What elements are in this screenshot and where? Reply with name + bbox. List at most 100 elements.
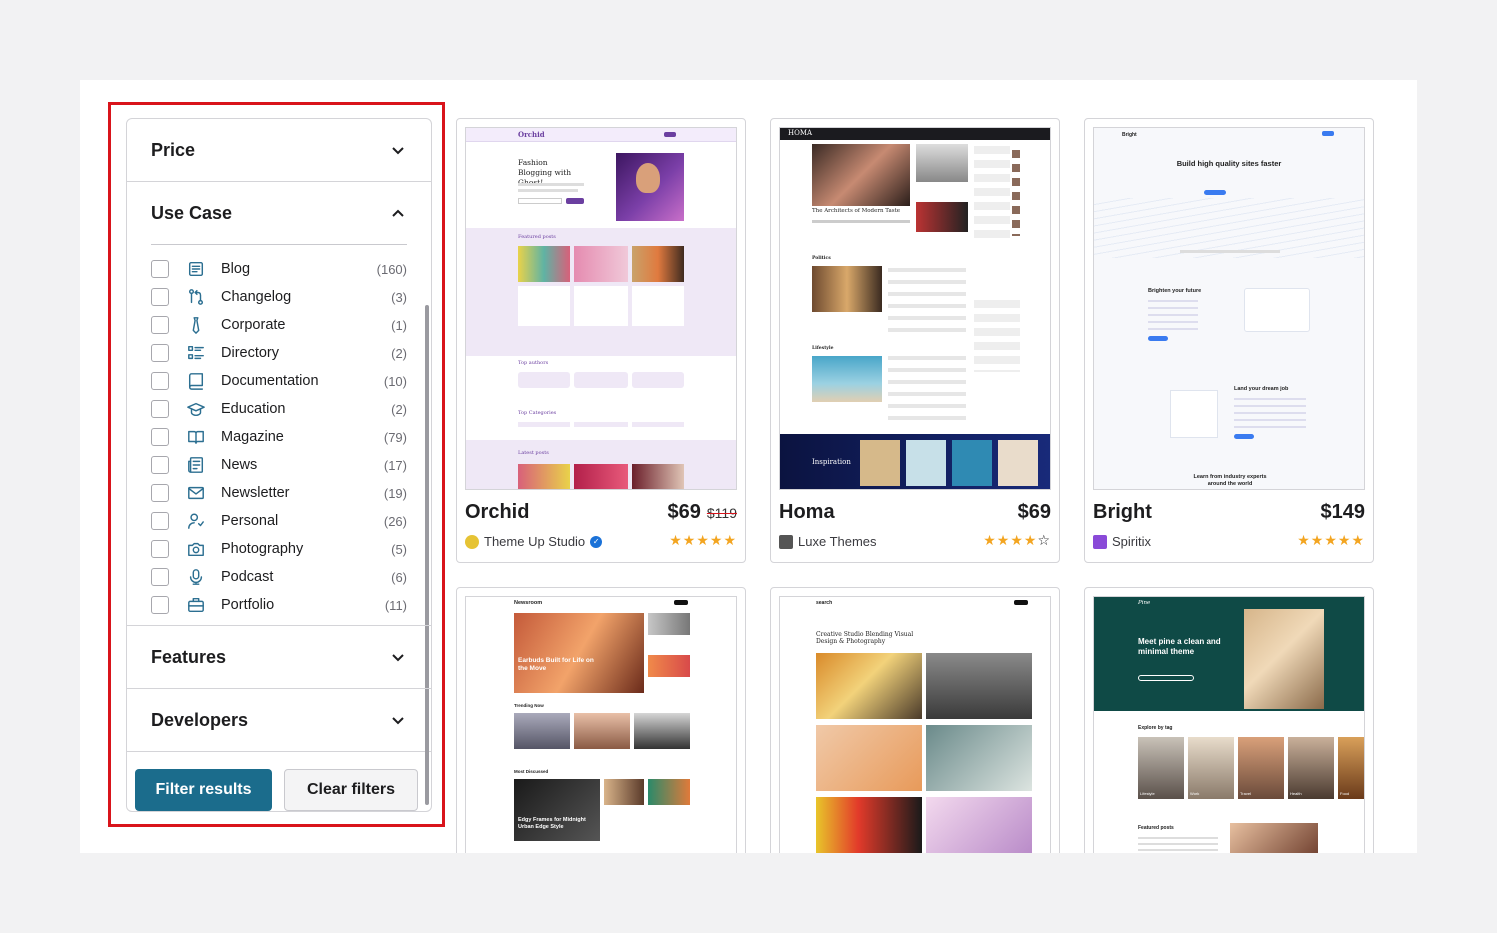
use-case-option-education[interactable]: Education (2): [151, 395, 407, 423]
use-case-option-photography[interactable]: Photography (5): [151, 535, 407, 563]
current-price: $69: [667, 501, 701, 523]
author-logo-icon: [1093, 534, 1107, 549]
chevron-down-icon: [389, 141, 407, 159]
option-label: Portfolio: [221, 597, 275, 613]
preview-section-2: Land your dream job: [1234, 386, 1289, 392]
theme-price: $69 $119: [668, 501, 737, 524]
theme-author[interactable]: Spiritix: [1093, 534, 1151, 549]
checkbox[interactable]: [151, 512, 169, 530]
theme-preview-image[interactable]: Newsroom Earbuds Built for Life on the M…: [465, 596, 737, 853]
checkbox[interactable]: [151, 288, 169, 306]
theme-name[interactable]: Bright: [1093, 501, 1152, 524]
changelog-icon: [186, 287, 206, 307]
preview-brand: Pine: [1138, 600, 1151, 606]
preview-inspiration: Inspiration: [812, 458, 851, 466]
preview-section-1: Brighten your future: [1148, 288, 1202, 294]
preview-latest: Latest posts: [518, 450, 549, 456]
theme-price: $69: [1017, 501, 1051, 523]
option-count: (26): [383, 513, 407, 529]
filter-results-button[interactable]: Filter results: [135, 768, 272, 811]
preview-headline: Build high quality sites faster: [1176, 159, 1282, 168]
preview-categories: Top Categories: [518, 410, 557, 416]
developers-title: Developers: [151, 709, 249, 730]
option-label: Corporate: [221, 317, 286, 333]
preview-brand: Bright: [1122, 132, 1137, 138]
theme-card-homa[interactable]: HOMA The Architects of Modern Taste Poli…: [770, 118, 1060, 563]
checkbox[interactable]: [151, 484, 169, 502]
theme-name[interactable]: Homa: [779, 501, 835, 524]
theme-preview-image[interactable]: Bright Build high quality sites faster B…: [1093, 127, 1365, 490]
preview-brand: search: [816, 600, 833, 606]
news-icon: [186, 455, 206, 475]
use-case-option-corporate[interactable]: Corporate (1): [151, 311, 407, 339]
option-count: (79): [383, 429, 407, 445]
theme-card-newsroom[interactable]: Newsroom Earbuds Built for Life on the M…: [456, 587, 746, 853]
preview-brand: Orchid: [518, 130, 545, 139]
theme-card-orchid[interactable]: Orchid Fashion Blogging with Ghost! Feat…: [456, 118, 746, 563]
option-label: Personal: [221, 513, 279, 529]
preview-trending: Trending Now: [514, 703, 544, 708]
preview-tag-3: Health: [1290, 791, 1302, 796]
features-toggle[interactable]: Features: [127, 626, 431, 688]
use-case-option-news[interactable]: News (17): [151, 451, 407, 479]
option-count: (1): [391, 317, 407, 333]
checkbox[interactable]: [151, 260, 169, 278]
use-case-toggle[interactable]: Use Case: [127, 182, 431, 244]
option-label: Magazine: [221, 429, 284, 445]
checkbox[interactable]: [151, 372, 169, 390]
option-count: (2): [391, 345, 407, 361]
author-name: Spiritix: [1112, 534, 1152, 549]
preview-featured: Featured posts: [1138, 825, 1174, 831]
features-title: Features: [151, 646, 227, 667]
option-count: (17): [383, 457, 407, 473]
theme-preview-image[interactable]: Orchid Fashion Blogging with Ghost! Feat…: [465, 127, 737, 490]
theme-preview-image[interactable]: Pine Meet pine a clean and minimal theme…: [1093, 596, 1365, 853]
developers-toggle[interactable]: Developers: [127, 689, 431, 751]
option-label: Education: [221, 401, 286, 417]
author-name: Theme Up Studio: [484, 534, 586, 549]
checkbox[interactable]: [151, 540, 169, 558]
checkbox[interactable]: [151, 344, 169, 362]
checkbox[interactable]: [151, 428, 169, 446]
use-case-option-newsletter[interactable]: Newsletter (19): [151, 479, 407, 507]
preview-explore: Explore by tag: [1138, 725, 1173, 731]
preview-authors: Top authors: [518, 360, 549, 366]
checkbox[interactable]: [151, 596, 169, 614]
option-label: Podcast: [221, 569, 274, 585]
photography-icon: [186, 539, 206, 559]
preview-tag-0: Lifestyle: [1140, 791, 1155, 796]
theme-author[interactable]: Luxe Themes: [779, 534, 877, 549]
microphone-icon: [186, 567, 206, 587]
checkbox[interactable]: [151, 568, 169, 586]
clear-filters-button[interactable]: Clear filters: [284, 768, 418, 811]
use-case-option-magazine[interactable]: Magazine (79): [151, 423, 407, 451]
checkbox[interactable]: [151, 316, 169, 334]
checkbox[interactable]: [151, 400, 169, 418]
price-toggle[interactable]: Price: [127, 119, 431, 181]
preview-tag-4: Food: [1340, 791, 1350, 796]
use-case-option-changelog[interactable]: Changelog (3): [151, 283, 407, 311]
preview-politics: Politics: [812, 256, 831, 261]
preview-lifestyle: Lifestyle: [812, 346, 834, 351]
option-label: Newsletter: [221, 485, 290, 501]
theme-preview-image[interactable]: search Creative Studio Blending Visual D…: [779, 596, 1051, 853]
blog-icon: [186, 259, 206, 279]
theme-preview-image[interactable]: HOMA The Architects of Modern Taste Poli…: [779, 127, 1051, 490]
use-case-option-portfolio[interactable]: Portfolio (11): [151, 591, 407, 619]
option-label: Documentation: [221, 373, 319, 389]
use-case-option-personal[interactable]: Personal (26): [151, 507, 407, 535]
theme-author[interactable]: Theme Up Studio ✓: [465, 534, 603, 549]
use-case-option-podcast[interactable]: Podcast (6): [151, 563, 407, 591]
theme-card-bright[interactable]: Bright Build high quality sites faster B…: [1084, 118, 1374, 563]
divider: [151, 244, 407, 245]
option-label: Directory: [221, 345, 280, 361]
use-case-option-documentation[interactable]: Documentation (10): [151, 367, 407, 395]
option-count: (10): [383, 373, 407, 389]
theme-name[interactable]: Orchid: [465, 501, 529, 524]
checkbox[interactable]: [151, 456, 169, 474]
theme-card-pine[interactable]: Pine Meet pine a clean and minimal theme…: [1084, 587, 1374, 853]
use-case-option-directory[interactable]: Directory (2): [151, 339, 407, 367]
use-case-option-blog[interactable]: Blog (160): [151, 255, 407, 283]
theme-card-search[interactable]: search Creative Studio Blending Visual D…: [770, 587, 1060, 853]
rating-stars: ★★★★☆: [983, 532, 1051, 548]
